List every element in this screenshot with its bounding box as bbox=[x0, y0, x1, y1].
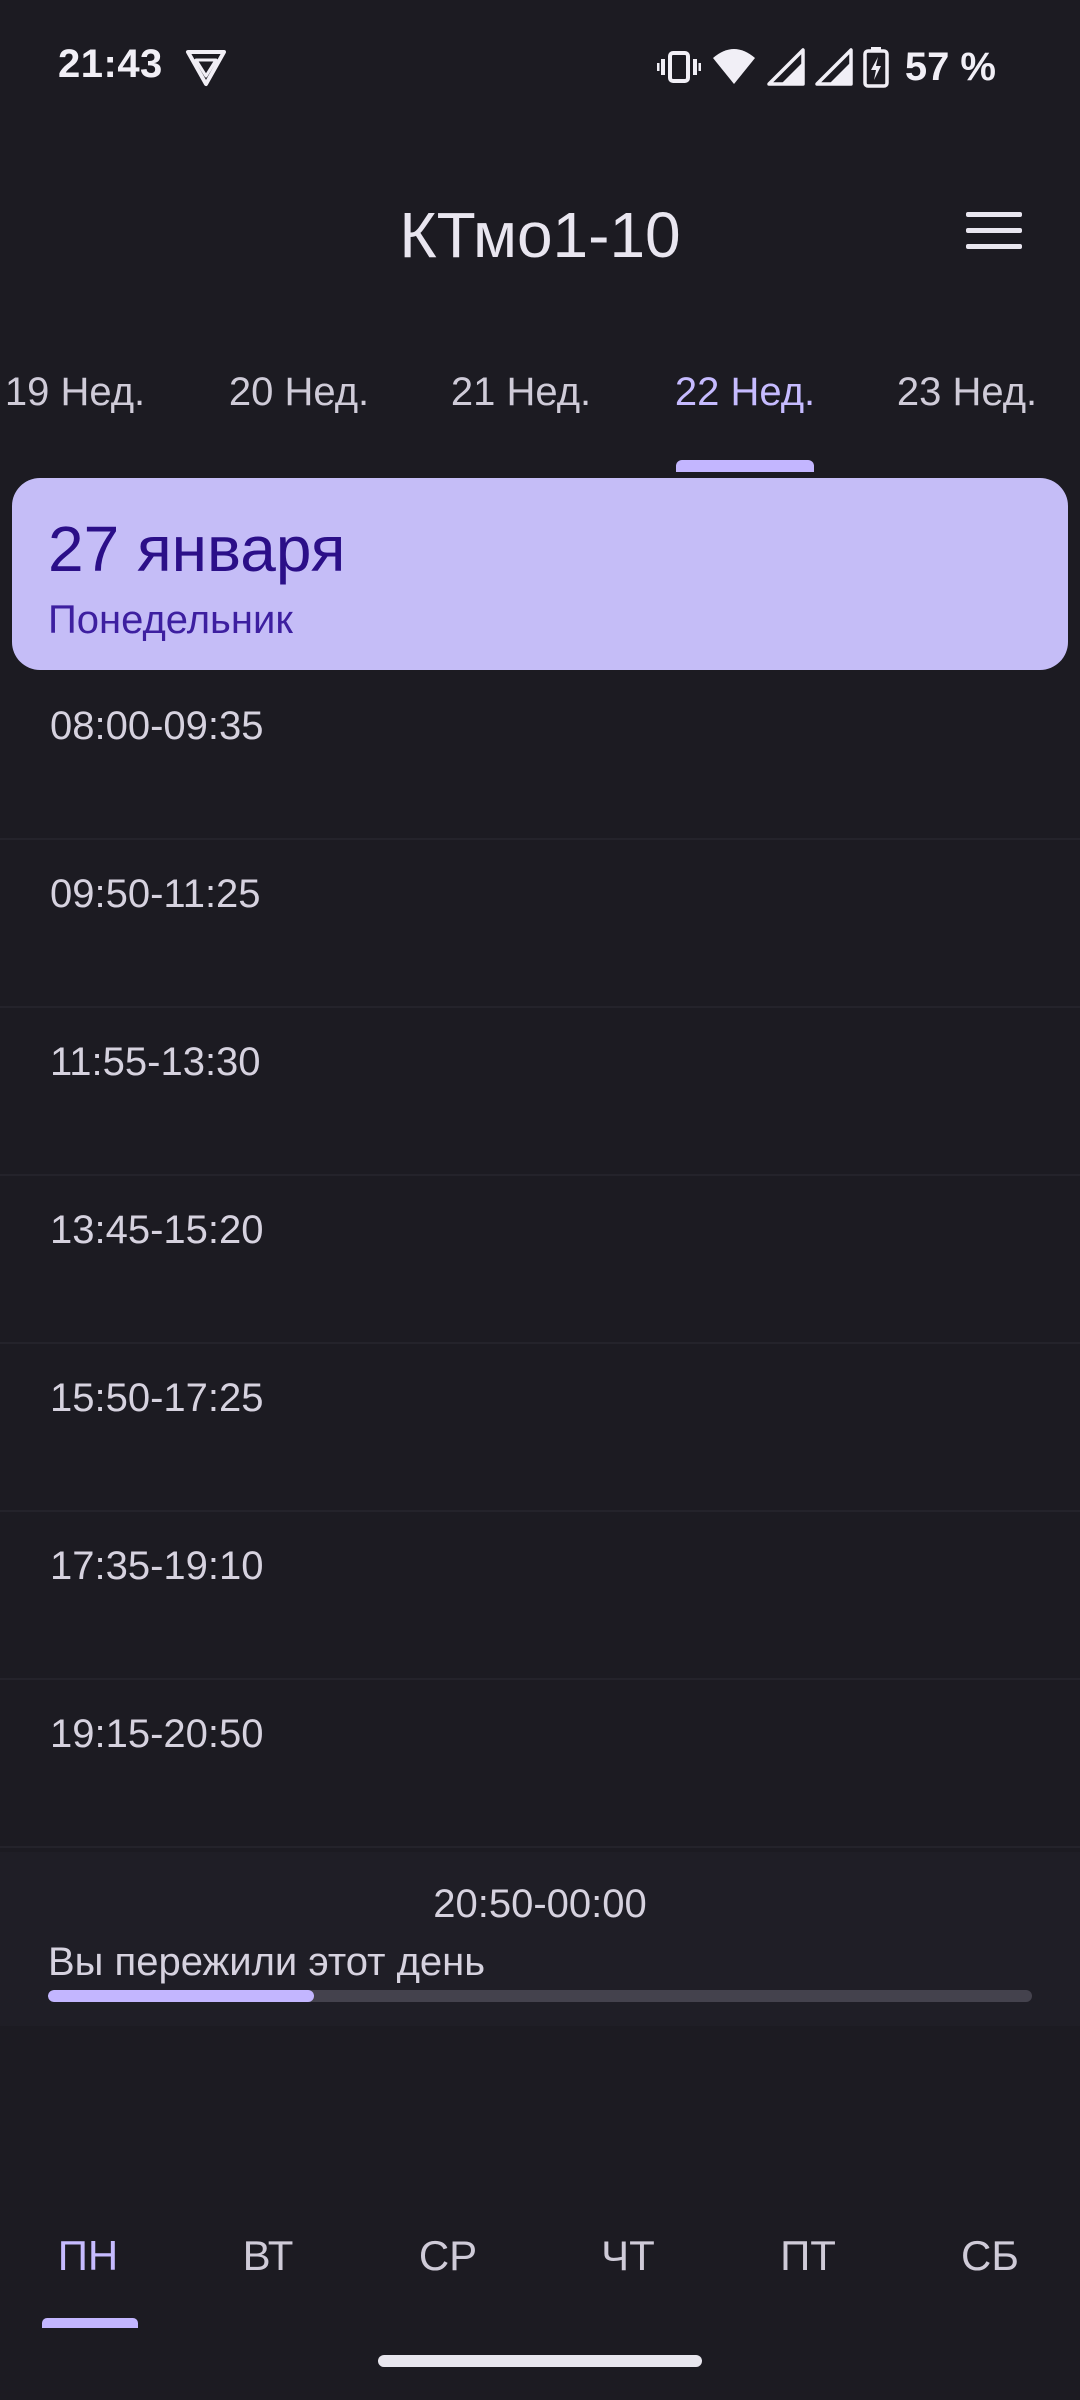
day-progress-block: 20:50-00:00 Вы пережили этот день bbox=[0, 1852, 1080, 2026]
lesson-row[interactable]: 09:50-11:25 bbox=[0, 840, 1080, 1008]
wifi-icon bbox=[711, 48, 757, 86]
signal-icon bbox=[767, 48, 805, 86]
lesson-time: 17:35-19:10 bbox=[50, 1544, 264, 1588]
battery-charging-icon bbox=[863, 46, 889, 88]
day-header-card: 27 января Понедельник bbox=[12, 478, 1068, 670]
week-tabs: 19 Нед. 20 Нед. 21 Нед. 22 Нед. 23 Нед. bbox=[0, 360, 1080, 470]
lesson-time: 15:50-17:25 bbox=[50, 1376, 264, 1420]
tab-day-mon[interactable]: ПН bbox=[28, 2232, 148, 2280]
lesson-row[interactable]: 15:50-17:25 bbox=[0, 1344, 1080, 1512]
day-tabs: ПН ВТ СР ЧТ ПТ СБ bbox=[0, 2220, 1080, 2330]
group-title: КТмо1-10 bbox=[399, 199, 681, 271]
lesson-list: 08:00-09:35 09:50-11:25 11:55-13:30 13:4… bbox=[0, 672, 1080, 1848]
status-bar: 21:43 57 % bbox=[0, 0, 1080, 135]
tab-week-21[interactable]: 21 Нед. bbox=[444, 370, 598, 460]
tab-day-tue[interactable]: ВТ bbox=[208, 2232, 328, 2280]
shield-vpn-icon bbox=[184, 48, 228, 88]
battery-percent: 57 % bbox=[904, 44, 996, 89]
lesson-row[interactable]: 17:35-19:10 bbox=[0, 1512, 1080, 1680]
tab-week-22[interactable]: 22 Нед. bbox=[668, 370, 822, 460]
lesson-time: 11:55-13:30 bbox=[50, 1040, 261, 1084]
lesson-row[interactable]: 19:15-20:50 bbox=[0, 1680, 1080, 1848]
status-icons: 57 % bbox=[656, 42, 996, 92]
tab-day-thu[interactable]: ЧТ bbox=[568, 2232, 688, 2280]
menu-button[interactable] bbox=[960, 204, 1028, 262]
tab-week-23[interactable]: 23 Нед. bbox=[890, 370, 1044, 460]
lesson-time: 09:50-11:25 bbox=[50, 872, 261, 916]
tab-week-19[interactable]: 19 Нед. bbox=[0, 370, 150, 460]
tab-day-sat[interactable]: СБ bbox=[930, 2232, 1050, 2280]
day-progress-fill bbox=[48, 1990, 314, 2002]
status-time: 21:43 bbox=[58, 42, 163, 86]
day-tab-indicator bbox=[42, 2318, 138, 2328]
top-app-bar: КТмо1-10 bbox=[0, 180, 1080, 290]
signal-icon bbox=[815, 48, 853, 86]
day-weekday: Понедельник bbox=[48, 598, 293, 642]
tab-day-fri[interactable]: ПТ bbox=[748, 2232, 868, 2280]
lesson-time: 13:45-15:20 bbox=[50, 1208, 264, 1252]
lesson-time: 19:15-20:50 bbox=[50, 1712, 264, 1756]
tab-day-wed[interactable]: СР bbox=[388, 2232, 508, 2280]
lesson-row[interactable]: 08:00-09:35 bbox=[0, 672, 1080, 840]
day-progress-bar bbox=[48, 1990, 1032, 2002]
lesson-time: 08:00-09:35 bbox=[50, 704, 264, 748]
lesson-row[interactable]: 11:55-13:30 bbox=[0, 1008, 1080, 1176]
gesture-nav-handle[interactable] bbox=[378, 2355, 702, 2367]
vibrate-icon bbox=[656, 49, 701, 85]
week-tab-indicator bbox=[676, 460, 814, 472]
after-hours-time: 20:50-00:00 bbox=[433, 1882, 647, 1926]
day-progress-caption: Вы пережили этот день bbox=[48, 1940, 486, 1984]
hamburger-menu-icon bbox=[966, 210, 1022, 257]
day-date: 27 января bbox=[48, 513, 346, 585]
lesson-row[interactable]: 13:45-15:20 bbox=[0, 1176, 1080, 1344]
tab-week-20[interactable]: 20 Нед. bbox=[222, 370, 376, 460]
